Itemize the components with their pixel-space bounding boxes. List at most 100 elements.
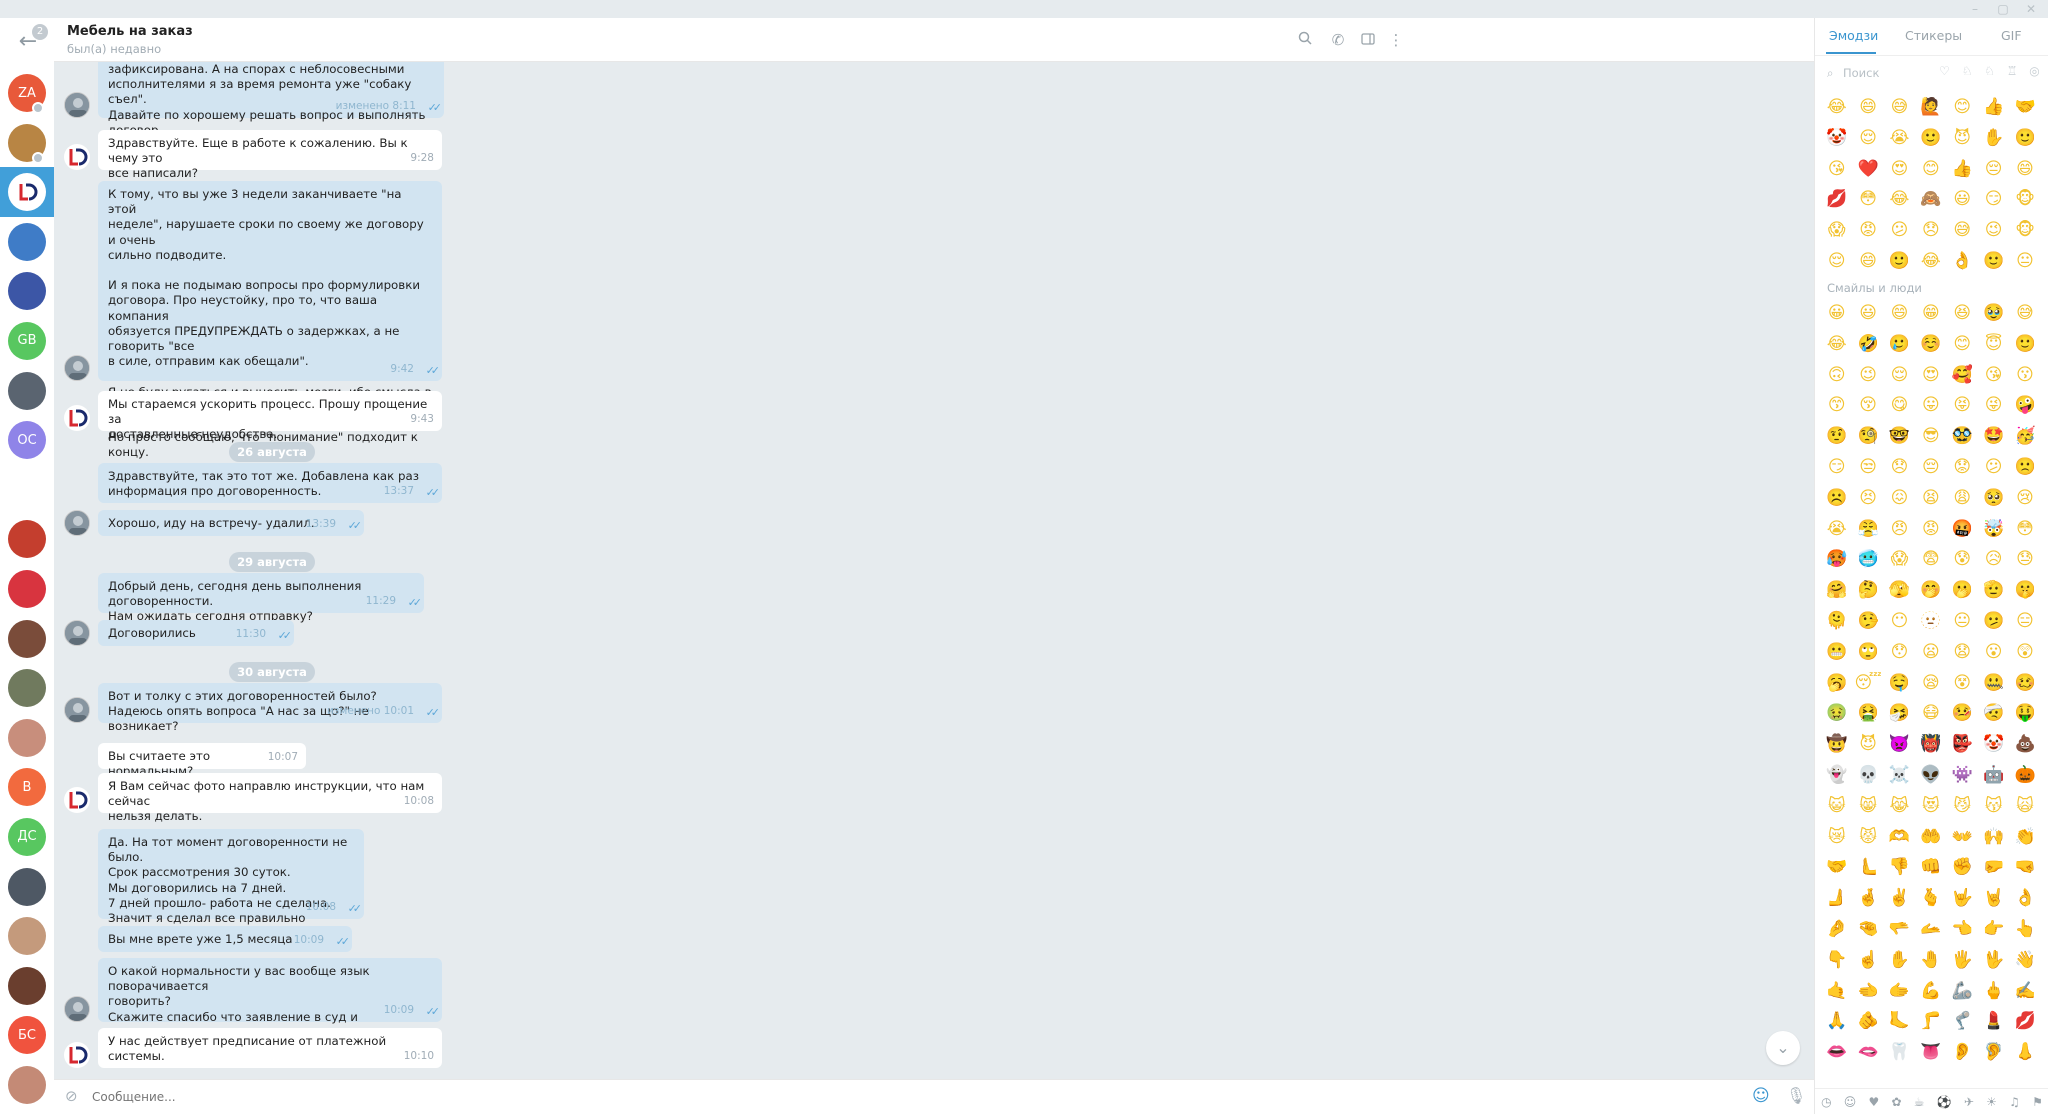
emoji-button[interactable]: 😂 <box>1884 184 1915 215</box>
emoji-button[interactable]: 🤙 <box>1821 976 1852 1007</box>
emoji-button[interactable]: 😾 <box>1852 822 1883 853</box>
emoji-button[interactable]: 😄 <box>1852 92 1883 123</box>
emoji-button[interactable]: 😙 <box>1821 390 1852 421</box>
message-sender-avatar[interactable] <box>64 697 90 723</box>
emoji-button[interactable]: 👋 <box>2009 945 2040 976</box>
emoji-button[interactable]: 🥹 <box>1978 298 2009 329</box>
emoji-button[interactable]: 😯 <box>1884 637 1915 668</box>
tab-emoji[interactable]: Эмодзи <box>1829 28 1878 43</box>
outgoing-message[interactable]: Здравствуйте, так это тот же. Добавлена … <box>98 463 442 503</box>
emoji-button[interactable]: 😶 <box>1884 606 1915 637</box>
message-input[interactable] <box>92 1086 1692 1108</box>
chat-list-item[interactable] <box>0 564 54 614</box>
emoji-button[interactable]: 🫤 <box>1978 606 2009 637</box>
emoji-button[interactable]: 👇 <box>1821 945 1852 976</box>
emoji-button[interactable]: 🙁 <box>2009 452 2040 483</box>
emoji-button[interactable]: 😹 <box>1884 791 1915 822</box>
chat-list-item[interactable] <box>0 862 54 912</box>
emoji-button[interactable]: 👊 <box>1915 852 1946 883</box>
chat-list-item[interactable]: БС <box>0 1010 54 1060</box>
emoji-button[interactable]: 🙌 <box>1978 822 2009 853</box>
paw-icon[interactable]: ✿ <box>1891 1095 1901 1109</box>
emoji-button[interactable]: 🤯 <box>1978 514 2009 545</box>
emoji-button[interactable]: 😐 <box>1947 606 1978 637</box>
emoji-button[interactable]: 😂 <box>1821 329 1852 360</box>
outgoing-message[interactable]: Договорились 11:30 ✓✓ <box>98 620 294 646</box>
emoji-button[interactable]: 😿 <box>1821 822 1852 853</box>
emoji-button[interactable]: 😊 <box>1947 329 1978 360</box>
emoji-button[interactable]: 🤛 <box>1978 852 2009 883</box>
emoji-button[interactable]: 🫵 <box>1852 1006 1883 1037</box>
emoji-button[interactable]: 👐 <box>1947 822 1978 853</box>
chat-list-item[interactable] <box>0 911 54 961</box>
emoji-button[interactable]: 😂 <box>1821 92 1852 123</box>
emoji-button[interactable]: 💄 <box>1978 1006 2009 1037</box>
message-sender-avatar[interactable] <box>64 355 90 381</box>
emoji-button[interactable]: 😏 <box>1821 452 1852 483</box>
message-sender-avatar[interactable] <box>64 144 90 170</box>
smile-icon[interactable]: ☺ <box>1844 1095 1857 1109</box>
emoji-button[interactable]: 😠 <box>1884 514 1915 545</box>
emoji-button[interactable]: 😇 <box>1978 329 2009 360</box>
emoji-button[interactable]: 😦 <box>1915 637 1946 668</box>
emoji-button[interactable]: 🫲 <box>1852 976 1883 1007</box>
emoji-button[interactable]: 😊 <box>1915 154 1946 185</box>
emoji-button[interactable]: 🫥 <box>1915 606 1946 637</box>
emoji-button[interactable]: 👄 <box>1821 1037 1852 1068</box>
message-sender-avatar[interactable] <box>64 1042 90 1068</box>
emoji-button[interactable]: 😌 <box>1852 123 1883 154</box>
outgoing-message[interactable]: зафиксирована. А на спорах с неблосовесн… <box>98 62 444 137</box>
outgoing-message[interactable]: О какой нормальности у вас вообще язык п… <box>98 958 442 1054</box>
emoji-button[interactable]: 🦵 <box>1915 1006 1946 1037</box>
emoji-button[interactable]: 😘 <box>1978 360 2009 391</box>
emoji-button[interactable]: 🤌 <box>1821 914 1852 945</box>
emoji-button[interactable]: 😡 <box>1915 514 1946 545</box>
emoji-button[interactable]: 🦾 <box>1947 976 1978 1007</box>
search-icon[interactable] <box>1293 28 1317 52</box>
outgoing-message[interactable]: Хорошо, иду на встречу- удалил. 13:39 ✓✓ <box>98 510 364 536</box>
emoji-button[interactable]: ☝️ <box>1852 945 1883 976</box>
emoji-button[interactable]: 😼 <box>1947 791 1978 822</box>
emoji-button[interactable]: 😳 <box>2009 514 2040 545</box>
emoji-icon[interactable]: ☺ <box>1752 1086 1770 1106</box>
emoji-button[interactable]: 🫠 <box>1821 606 1852 637</box>
emoji-button[interactable]: 🥸 <box>1947 421 1978 452</box>
emoji-button[interactable]: 😭 <box>1884 123 1915 154</box>
emoji-button[interactable]: 😌 <box>1821 246 1852 277</box>
emoji-button[interactable]: 😫 <box>1915 483 1946 514</box>
emoji-button[interactable]: 🫴 <box>1915 914 1946 945</box>
message-sender-avatar[interactable] <box>64 405 90 431</box>
emoji-button[interactable]: ✌️ <box>1884 883 1915 914</box>
emoji-button[interactable]: 👆 <box>2009 914 2040 945</box>
more-icon[interactable]: ⋮ <box>1384 28 1408 52</box>
emoji-button[interactable]: 🐵 <box>2009 215 2040 246</box>
chat-list-item[interactable] <box>0 663 54 713</box>
minimize-button[interactable]: – <box>1962 0 1988 18</box>
heart-icon[interactable]: ♥ <box>1869 1095 1880 1109</box>
emoji-button[interactable]: 😜 <box>1978 390 2009 421</box>
emoji-button[interactable]: 👏 <box>2009 822 2040 853</box>
emoji-button[interactable]: 👃 <box>2009 1037 2040 1068</box>
emoji-button[interactable]: 😖 <box>1884 483 1915 514</box>
emoji-button[interactable]: 😓 <box>2009 544 2040 575</box>
chat-list-item[interactable] <box>0 514 54 564</box>
outgoing-message[interactable]: Вот и толку с этих договоренностей было?… <box>98 683 442 733</box>
sidebar-toggle-icon[interactable] <box>1356 28 1380 52</box>
emoji-button[interactable]: 🫸 <box>1821 883 1852 914</box>
chat-list-item[interactable]: GB <box>0 316 54 366</box>
emoji-button[interactable]: 🥲 <box>1884 329 1915 360</box>
emoji-button[interactable]: 💋 <box>2009 1006 2040 1037</box>
incoming-message[interactable]: Я Вам сейчас фото направлю инструкции, ч… <box>98 773 442 823</box>
microphone-icon[interactable]: 🎙︎ <box>1786 1086 1806 1105</box>
emoji-button[interactable]: 🤒 <box>1947 698 1978 729</box>
tab-gif[interactable]: GIF <box>2001 28 2022 43</box>
emoji-button[interactable]: 🤥 <box>1852 606 1883 637</box>
emoji-button[interactable]: 🤨 <box>1821 421 1852 452</box>
flag-icon[interactable]: ⚑ <box>2032 1095 2043 1109</box>
emoji-button[interactable]: 🥺 <box>1978 483 2009 514</box>
emoji-button[interactable]: 😊 <box>1947 92 1978 123</box>
emoji-button[interactable]: 🫰 <box>1915 883 1946 914</box>
emoji-button[interactable]: 😃 <box>1852 298 1883 329</box>
chat-list-item[interactable]: B <box>0 762 54 812</box>
emoji-button[interactable]: 👅 <box>1915 1037 1946 1068</box>
